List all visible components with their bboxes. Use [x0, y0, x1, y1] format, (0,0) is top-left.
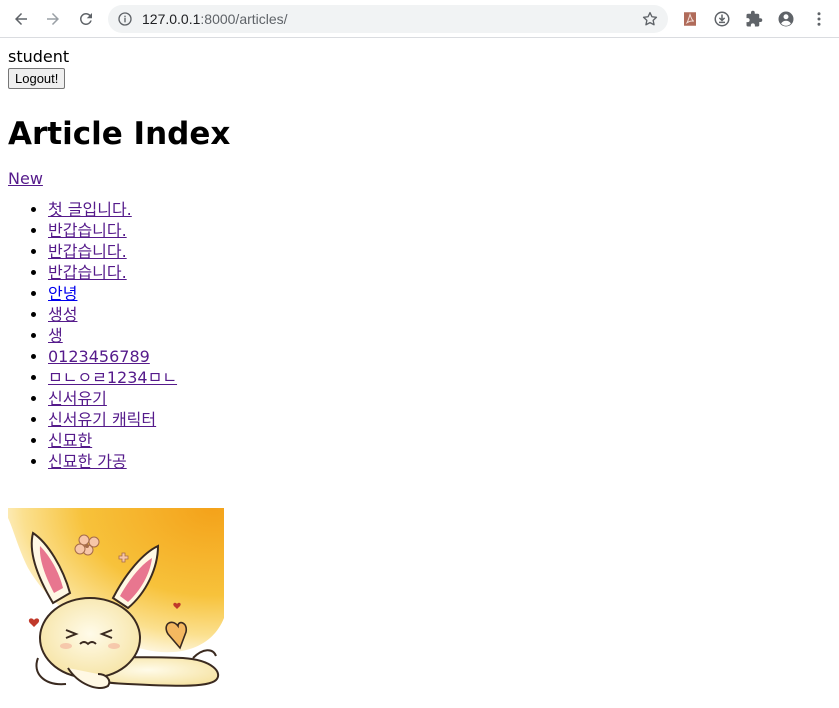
info-icon[interactable]: [117, 11, 133, 27]
article-list-item: 신서유기 캐릭터: [48, 409, 828, 430]
article-list-item: 생: [48, 325, 828, 346]
article-link[interactable]: 신서유기: [48, 389, 107, 408]
forward-arrow-icon: [47, 13, 59, 25]
article-link[interactable]: 신묘한 가공: [48, 452, 127, 471]
download-extension-icon: [714, 11, 730, 27]
url-text[interactable]: 127.0.0.1:8000/articles/: [142, 11, 288, 27]
new-article-link[interactable]: New: [8, 169, 828, 189]
forward-button[interactable]: [40, 6, 66, 32]
article-link[interactable]: 신묘한: [48, 431, 92, 450]
article-list-item: ㅁㄴㅇㄹ1234ㅁㄴ: [48, 367, 828, 388]
page-content: student Logout! Article Index New 첫 글입니다…: [8, 46, 828, 472]
page-title: Article Index: [8, 116, 231, 152]
pdf-extension-button[interactable]: [677, 6, 703, 32]
article-list-item: 신묘한: [48, 430, 828, 451]
article-list-item: 반갑습니다.: [48, 241, 828, 262]
article-list: 첫 글입니다. 반갑습니다. 반갑습니다. 반갑습니다. 안녕생성생 0123456789…: [8, 199, 828, 472]
browser-toolbar: 127.0.0.1:8000/articles/: [0, 0, 839, 38]
logout-button[interactable]: Logout!: [8, 68, 66, 89]
article-link[interactable]: 반갑습니다.: [48, 242, 127, 261]
url-host: 127.0.0.1: [142, 11, 201, 27]
article-link[interactable]: 생: [48, 326, 63, 345]
username-label: student: [8, 47, 70, 66]
more-menu-icon: [817, 12, 821, 26]
back-arrow-icon: [15, 13, 27, 25]
article-link[interactable]: ㅁㄴㅇㄹ1234ㅁㄴ: [48, 368, 177, 387]
article-list-item: 생성: [48, 304, 828, 325]
article-link[interactable]: 0123456789: [48, 347, 150, 366]
article-link[interactable]: 안녕: [48, 284, 77, 303]
article-list-item: 안녕: [48, 283, 828, 304]
profile-button[interactable]: [773, 6, 799, 32]
address-bar[interactable]: 127.0.0.1:8000/articles/: [108, 5, 668, 33]
bunny-character-image: [8, 508, 228, 708]
article-list-item: 첫 글입니다.: [48, 199, 828, 220]
download-extension-button[interactable]: [709, 6, 735, 32]
article-link[interactable]: 생성: [48, 305, 77, 324]
article-link[interactable]: 반갑습니다.: [48, 263, 127, 282]
article-link[interactable]: 첫 글입니다.: [48, 200, 132, 219]
article-link[interactable]: 신서유기 캐릭터: [48, 410, 156, 429]
profile-avatar-icon: [778, 11, 794, 27]
article-list-item: 0123456789: [48, 346, 828, 367]
pdf-extension-icon: [684, 12, 696, 26]
article-list-item: 반갑습니다.: [48, 220, 828, 241]
back-button[interactable]: [8, 6, 34, 32]
extensions-button[interactable]: [741, 6, 767, 32]
bookmark-star-icon[interactable]: [641, 10, 659, 28]
reload-icon: [79, 12, 92, 25]
article-list-item: 신묘한 가공: [48, 451, 828, 472]
extensions-puzzle-icon: [746, 10, 763, 27]
reload-button[interactable]: [73, 6, 99, 32]
article-list-item: 신서유기: [48, 388, 828, 409]
url-path: :8000/articles/: [200, 11, 288, 27]
article-list-item: 반갑습니다.: [48, 262, 828, 283]
more-menu-button[interactable]: [806, 6, 832, 32]
article-link[interactable]: 반갑습니다.: [48, 221, 127, 240]
